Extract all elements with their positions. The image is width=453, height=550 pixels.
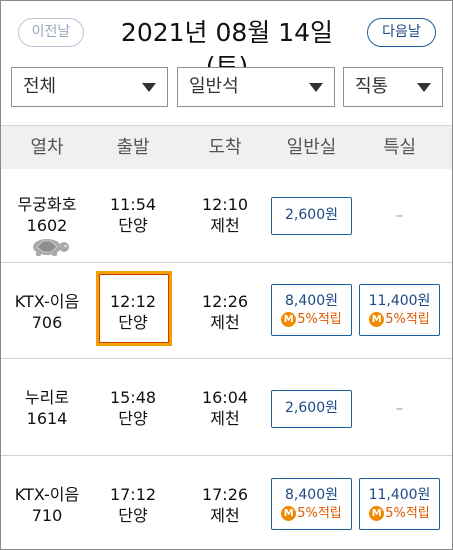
mileage-label: 5%적립: [297, 506, 342, 521]
scope-select-value: 전체: [23, 76, 57, 97]
route-type-select-value: 직통: [355, 76, 389, 97]
scope-select[interactable]: 전체: [11, 67, 168, 107]
column-arrival: 도착: [208, 137, 242, 158]
train-number: 710: [31, 506, 63, 525]
normal-fare-price: 2,600원: [285, 207, 338, 223]
departure-cell[interactable]: 12:12 단양: [93, 291, 173, 333]
column-header: 열차 출발 도착 일반실 특실: [1, 125, 452, 169]
train-number: 706: [31, 313, 63, 332]
departure-time: 15:48: [109, 388, 157, 407]
arrival-cell: 12:26 제천: [185, 291, 265, 333]
normal-fare-price: 8,400원: [285, 293, 338, 309]
column-departure: 출발: [116, 137, 150, 158]
train-name: KTX-이음: [14, 292, 80, 311]
seat-class-select[interactable]: 일반석: [177, 67, 335, 107]
normal-fare-button[interactable]: 2,600원: [271, 197, 352, 235]
table-row[interactable]: KTX-이음 710 17:12 단양 17:26 제천 8,400원 M 5%적…: [1, 456, 452, 549]
special-fare-button[interactable]: 11,400원 M 5%적립: [359, 284, 440, 336]
mileage-badge-icon: M: [281, 506, 297, 521]
train-cell: 누리로 1614: [1, 387, 93, 429]
train-name: 누리로: [24, 388, 70, 407]
normal-fare-button[interactable]: 2,600원: [271, 390, 352, 428]
table-row[interactable]: 누리로 1614 15:48 단양 16:04 제천 2,600원 –: [1, 359, 452, 457]
special-fare-price: 11,400원: [368, 293, 431, 309]
train-number: 1602: [26, 216, 68, 235]
train-number: 1614: [26, 409, 68, 428]
caret-down-icon: [142, 83, 156, 92]
normal-fare-price: 2,600원: [285, 400, 338, 416]
train-name: 무궁화호: [17, 195, 77, 214]
turtle-icon: [33, 239, 69, 256]
train-cell: 무궁화호 1602: [1, 194, 93, 236]
special-fare-unavailable: –: [395, 206, 404, 224]
arrival-station: 제천: [210, 506, 240, 525]
caret-down-icon: [309, 83, 323, 92]
arrival-cell: 16:04 제천: [185, 387, 265, 429]
special-fare-unavailable: –: [395, 399, 404, 417]
filter-bar: 전체 일반석 직통: [1, 63, 452, 125]
mileage-label: 5%적립: [385, 312, 430, 327]
mileage-label: 5%적립: [297, 312, 342, 327]
train-schedule-screen: 이전날 2021년 08월 14일 (토) 다음날 전체 일반석 직통 열차 출…: [0, 0, 453, 550]
arrival-cell: 12:10 제천: [185, 194, 265, 236]
special-fare-button[interactable]: 11,400원 M 5%적립: [359, 478, 440, 530]
departure-station: 단양: [118, 409, 148, 428]
train-cell: KTX-이음 710: [1, 484, 93, 526]
departure-cell: 17:12 단양: [93, 484, 173, 526]
arrival-time: 16:04: [201, 388, 249, 407]
route-type-select[interactable]: 직통: [343, 67, 443, 107]
departure-cell: 15:48 단양: [93, 387, 173, 429]
special-fare-price: 11,400원: [368, 487, 431, 503]
column-special-class: 특실: [382, 137, 417, 158]
normal-fare-price: 8,400원: [285, 487, 338, 503]
departure-time: 11:54: [109, 195, 157, 214]
date-navigation: 이전날 2021년 08월 14일 (토) 다음날: [1, 1, 452, 81]
next-day-button[interactable]: 다음날: [367, 18, 436, 47]
mileage-badge-icon: M: [281, 312, 297, 327]
train-name: KTX-이음: [14, 485, 80, 504]
arrival-station: 제천: [210, 216, 240, 235]
arrival-time: 12:10: [201, 195, 249, 214]
column-train: 열차: [30, 137, 64, 158]
departure-cell: 11:54 단양: [93, 194, 173, 236]
normal-fare-button[interactable]: 8,400원 M 5%적립: [271, 478, 352, 530]
normal-fare-button[interactable]: 8,400원 M 5%적립: [271, 284, 352, 336]
departure-time: 12:12: [109, 292, 157, 311]
mileage-label: 5%적립: [385, 506, 430, 521]
arrival-time: 12:26: [201, 292, 249, 311]
departure-station: 단양: [118, 506, 148, 525]
column-normal-class: 일반실: [286, 137, 337, 158]
seat-class-select-value: 일반석: [189, 76, 239, 97]
departure-station: 단양: [118, 216, 148, 235]
table-row[interactable]: KTX-이음 706 12:12 단양 12:26 제천 8,400원 M 5%적…: [1, 263, 452, 361]
departure-time: 17:12: [109, 485, 157, 504]
mileage-badge-icon: M: [369, 506, 385, 521]
mileage-badge-icon: M: [369, 312, 385, 327]
prev-day-button[interactable]: 이전날: [18, 18, 84, 47]
table-row[interactable]: 무궁화호 1602 11:54 단양 12:10 제천 2,600원 –: [1, 169, 452, 267]
train-cell: KTX-이음 706: [1, 291, 93, 333]
arrival-time: 17:26: [201, 485, 249, 504]
departure-station: 단양: [118, 313, 148, 332]
arrival-station: 제천: [210, 313, 240, 332]
arrival-station: 제천: [210, 409, 240, 428]
caret-down-icon: [417, 83, 431, 92]
arrival-cell: 17:26 제천: [185, 484, 265, 526]
